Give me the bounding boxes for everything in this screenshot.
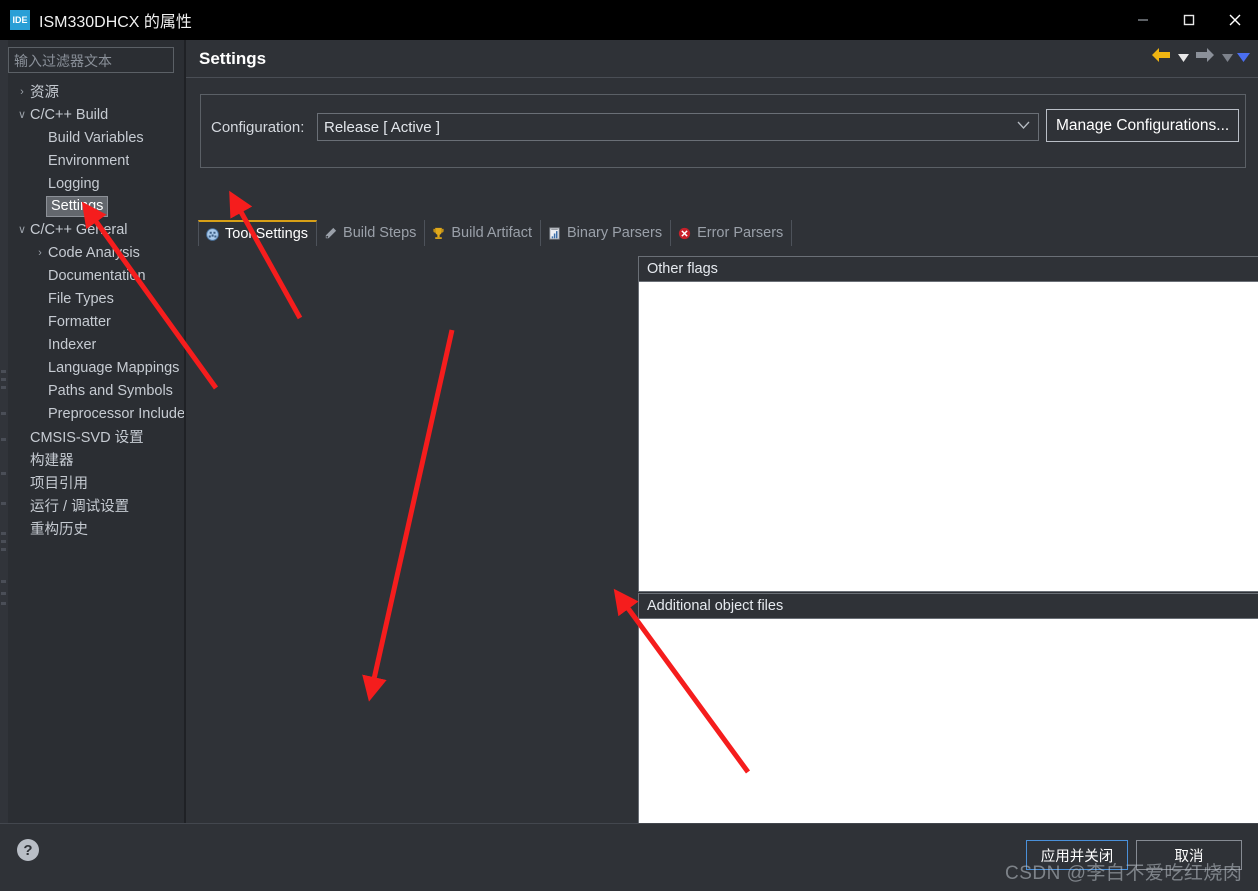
configuration-group: Configuration: Release [ Active ] Manage… [200, 94, 1246, 168]
sidebar-item-settings[interactable]: Settings [8, 195, 184, 218]
back-history-chevron-down-icon[interactable] [1176, 46, 1190, 72]
sidebar-item-documentation[interactable]: Documentation [8, 264, 184, 287]
sidebar-item-c-c-build[interactable]: ∨ C/C++ Build [8, 103, 184, 126]
chevron-down-icon[interactable]: ∨ [14, 223, 30, 236]
sidebar-item-[interactable]: 运行 / 调试设置 [8, 494, 184, 517]
chevron-right-icon[interactable]: › [32, 247, 48, 259]
tab-build-artifact[interactable]: Build Artifact [425, 220, 541, 246]
sidebar-item-[interactable]: 构建器 [8, 448, 184, 471]
error-icon [677, 226, 692, 241]
minimize-button[interactable] [1120, 0, 1166, 40]
sidebar-item-label: Documentation [48, 267, 146, 284]
sidebar-item-indexer[interactable]: Indexer [8, 333, 184, 356]
tab-error-parsers[interactable]: Error Parsers [671, 220, 793, 246]
sidebar-item-label: C/C++ General [30, 221, 128, 238]
sidebar-item-c-c-general[interactable]: ∨ C/C++ General [8, 218, 184, 241]
settings-sidebar: ›资源∨C/C++ BuildBuild VariablesEnvironmen… [8, 40, 184, 823]
sidebar-item-paths-and-symbols[interactable]: Paths and Symbols [8, 379, 184, 402]
sidebar-item-label: CMSIS-SVD 设置 [30, 430, 144, 446]
tab-tool-settings[interactable]: Tool Settings [198, 220, 318, 246]
other-flags-header: Other flags x [638, 256, 1258, 282]
sidebar-item-preprocessor-include[interactable]: Preprocessor Include [8, 402, 184, 425]
properties-dialog: IDE ISM330DHCX 的属性 ›资源∨ [0, 0, 1258, 891]
configuration-label: Configuration: [211, 119, 305, 136]
ide-logo-icon: IDE [10, 10, 30, 30]
left-edge-strip [0, 40, 8, 891]
sidebar-item-label: Environment [48, 152, 130, 169]
title-bar: IDE ISM330DHCX 的属性 [0, 0, 1258, 40]
chevron-down-icon [1017, 120, 1030, 132]
window-title: ISM330DHCX 的属性 [39, 14, 192, 31]
watermark: CSDN @李白不爱吃红烧肉 [1005, 863, 1243, 884]
forward-arrow-icon[interactable] [1192, 45, 1218, 73]
configuration-select[interactable]: Release [ Active ] [317, 113, 1039, 141]
sidebar-item-label: C/C++ Build [30, 106, 109, 123]
sidebar-item-[interactable]: › 资源 [8, 80, 184, 103]
sidebar-item-label: Indexer [48, 336, 97, 353]
additional-object-files-panel: Additional object files [638, 593, 1258, 851]
sidebar-item-environment[interactable]: Environment [8, 149, 184, 172]
additional-object-files-title: Additional object files [647, 598, 784, 614]
sidebar-item-code-analysis[interactable]: › Code Analysis [8, 241, 184, 264]
tool-tab-bar: Tool Settings Build Steps Build Artifact Bi… [198, 220, 793, 246]
sidebar-item-label: Logging [48, 175, 100, 192]
help-icon[interactable]: ? [17, 839, 39, 861]
close-button[interactable] [1212, 0, 1258, 40]
chevron-down-icon[interactable]: ∨ [14, 108, 30, 121]
maximize-button[interactable] [1166, 0, 1212, 40]
sidebar-item-label: File Types [48, 290, 114, 307]
sidebar-item-[interactable]: 项目引用 [8, 471, 184, 494]
configuration-value: Release [ Active ] [324, 118, 440, 136]
sidebar-tree: › 资源 ∨ C/C++ Build Build Variables Environmen… [8, 80, 184, 540]
navigation-toolbar [1148, 45, 1250, 73]
sidebar-item-formatter[interactable]: Formatter [8, 310, 184, 333]
sidebar-item-label: Preprocessor Include [48, 405, 184, 422]
sidebar-item-label: Formatter [48, 313, 111, 330]
tab-label: Binary Parsers [566, 225, 663, 241]
sidebar-item-label: 重构历史 [30, 522, 88, 538]
sidebar-item-[interactable]: 重构历史 [8, 517, 184, 540]
sidebar-item-label: 构建器 [30, 453, 74, 469]
tab-label: Tool Settings [225, 226, 309, 242]
sidebar-item-label: 资源 [30, 85, 59, 101]
sidebar-item-language-mappings[interactable]: Language Mappings [8, 356, 184, 379]
sidebar-item-label: Build Variables [48, 129, 144, 146]
page-title: Settings [199, 49, 267, 68]
forward-history-chevron-down-icon[interactable] [1220, 46, 1234, 72]
wrench-icon [323, 226, 338, 241]
view-menu-chevron-down-icon[interactable] [1236, 46, 1250, 72]
sidebar-item-build-variables[interactable]: Build Variables [8, 126, 184, 149]
other-flags-list[interactable] [638, 282, 1258, 592]
sidebar-item-file-types[interactable]: File Types [8, 287, 184, 310]
window-controls [1120, 0, 1258, 40]
other-flags-panel: Other flags x [638, 256, 1258, 592]
tab-label: Error Parsers [697, 225, 784, 241]
tab-label: Build Artifact [451, 225, 532, 241]
tab-build-steps[interactable]: Build Steps [317, 220, 426, 246]
sidebar-item-label: Settings [46, 196, 109, 217]
settings-pane: Settings Configuration: Release [Active… [184, 40, 1258, 851]
back-arrow-icon[interactable] [1148, 45, 1174, 73]
chevron-right-icon[interactable]: › [14, 86, 30, 98]
additional-object-files-list[interactable] [638, 619, 1258, 851]
sidebar-item-cmsis-svd[interactable]: CMSIS-SVD 设置 [8, 425, 184, 448]
page-header: Settings [186, 40, 1258, 78]
filter-input[interactable] [8, 47, 174, 73]
manage-configurations-button[interactable]: Manage Configurations... [1046, 109, 1240, 142]
sidebar-item-label: Paths and Symbols [48, 382, 173, 399]
sidebar-item-label: 运行 / 调试设置 [30, 499, 130, 515]
trophy-icon [431, 226, 446, 241]
sidebar-item-label: Code Analysis [48, 244, 140, 261]
tool-settings-icon [205, 227, 220, 242]
tab-label: Build Steps [343, 225, 417, 241]
binary-icon [547, 226, 562, 241]
additional-object-files-header: Additional object files [638, 593, 1258, 619]
other-flags-title: Other flags [647, 261, 718, 277]
tab-binary-parsers[interactable]: Binary Parsers [541, 220, 672, 246]
sidebar-item-label: 项目引用 [30, 476, 88, 492]
sidebar-item-label: Language Mappings [48, 359, 180, 376]
sidebar-item-logging[interactable]: Logging [8, 172, 184, 195]
